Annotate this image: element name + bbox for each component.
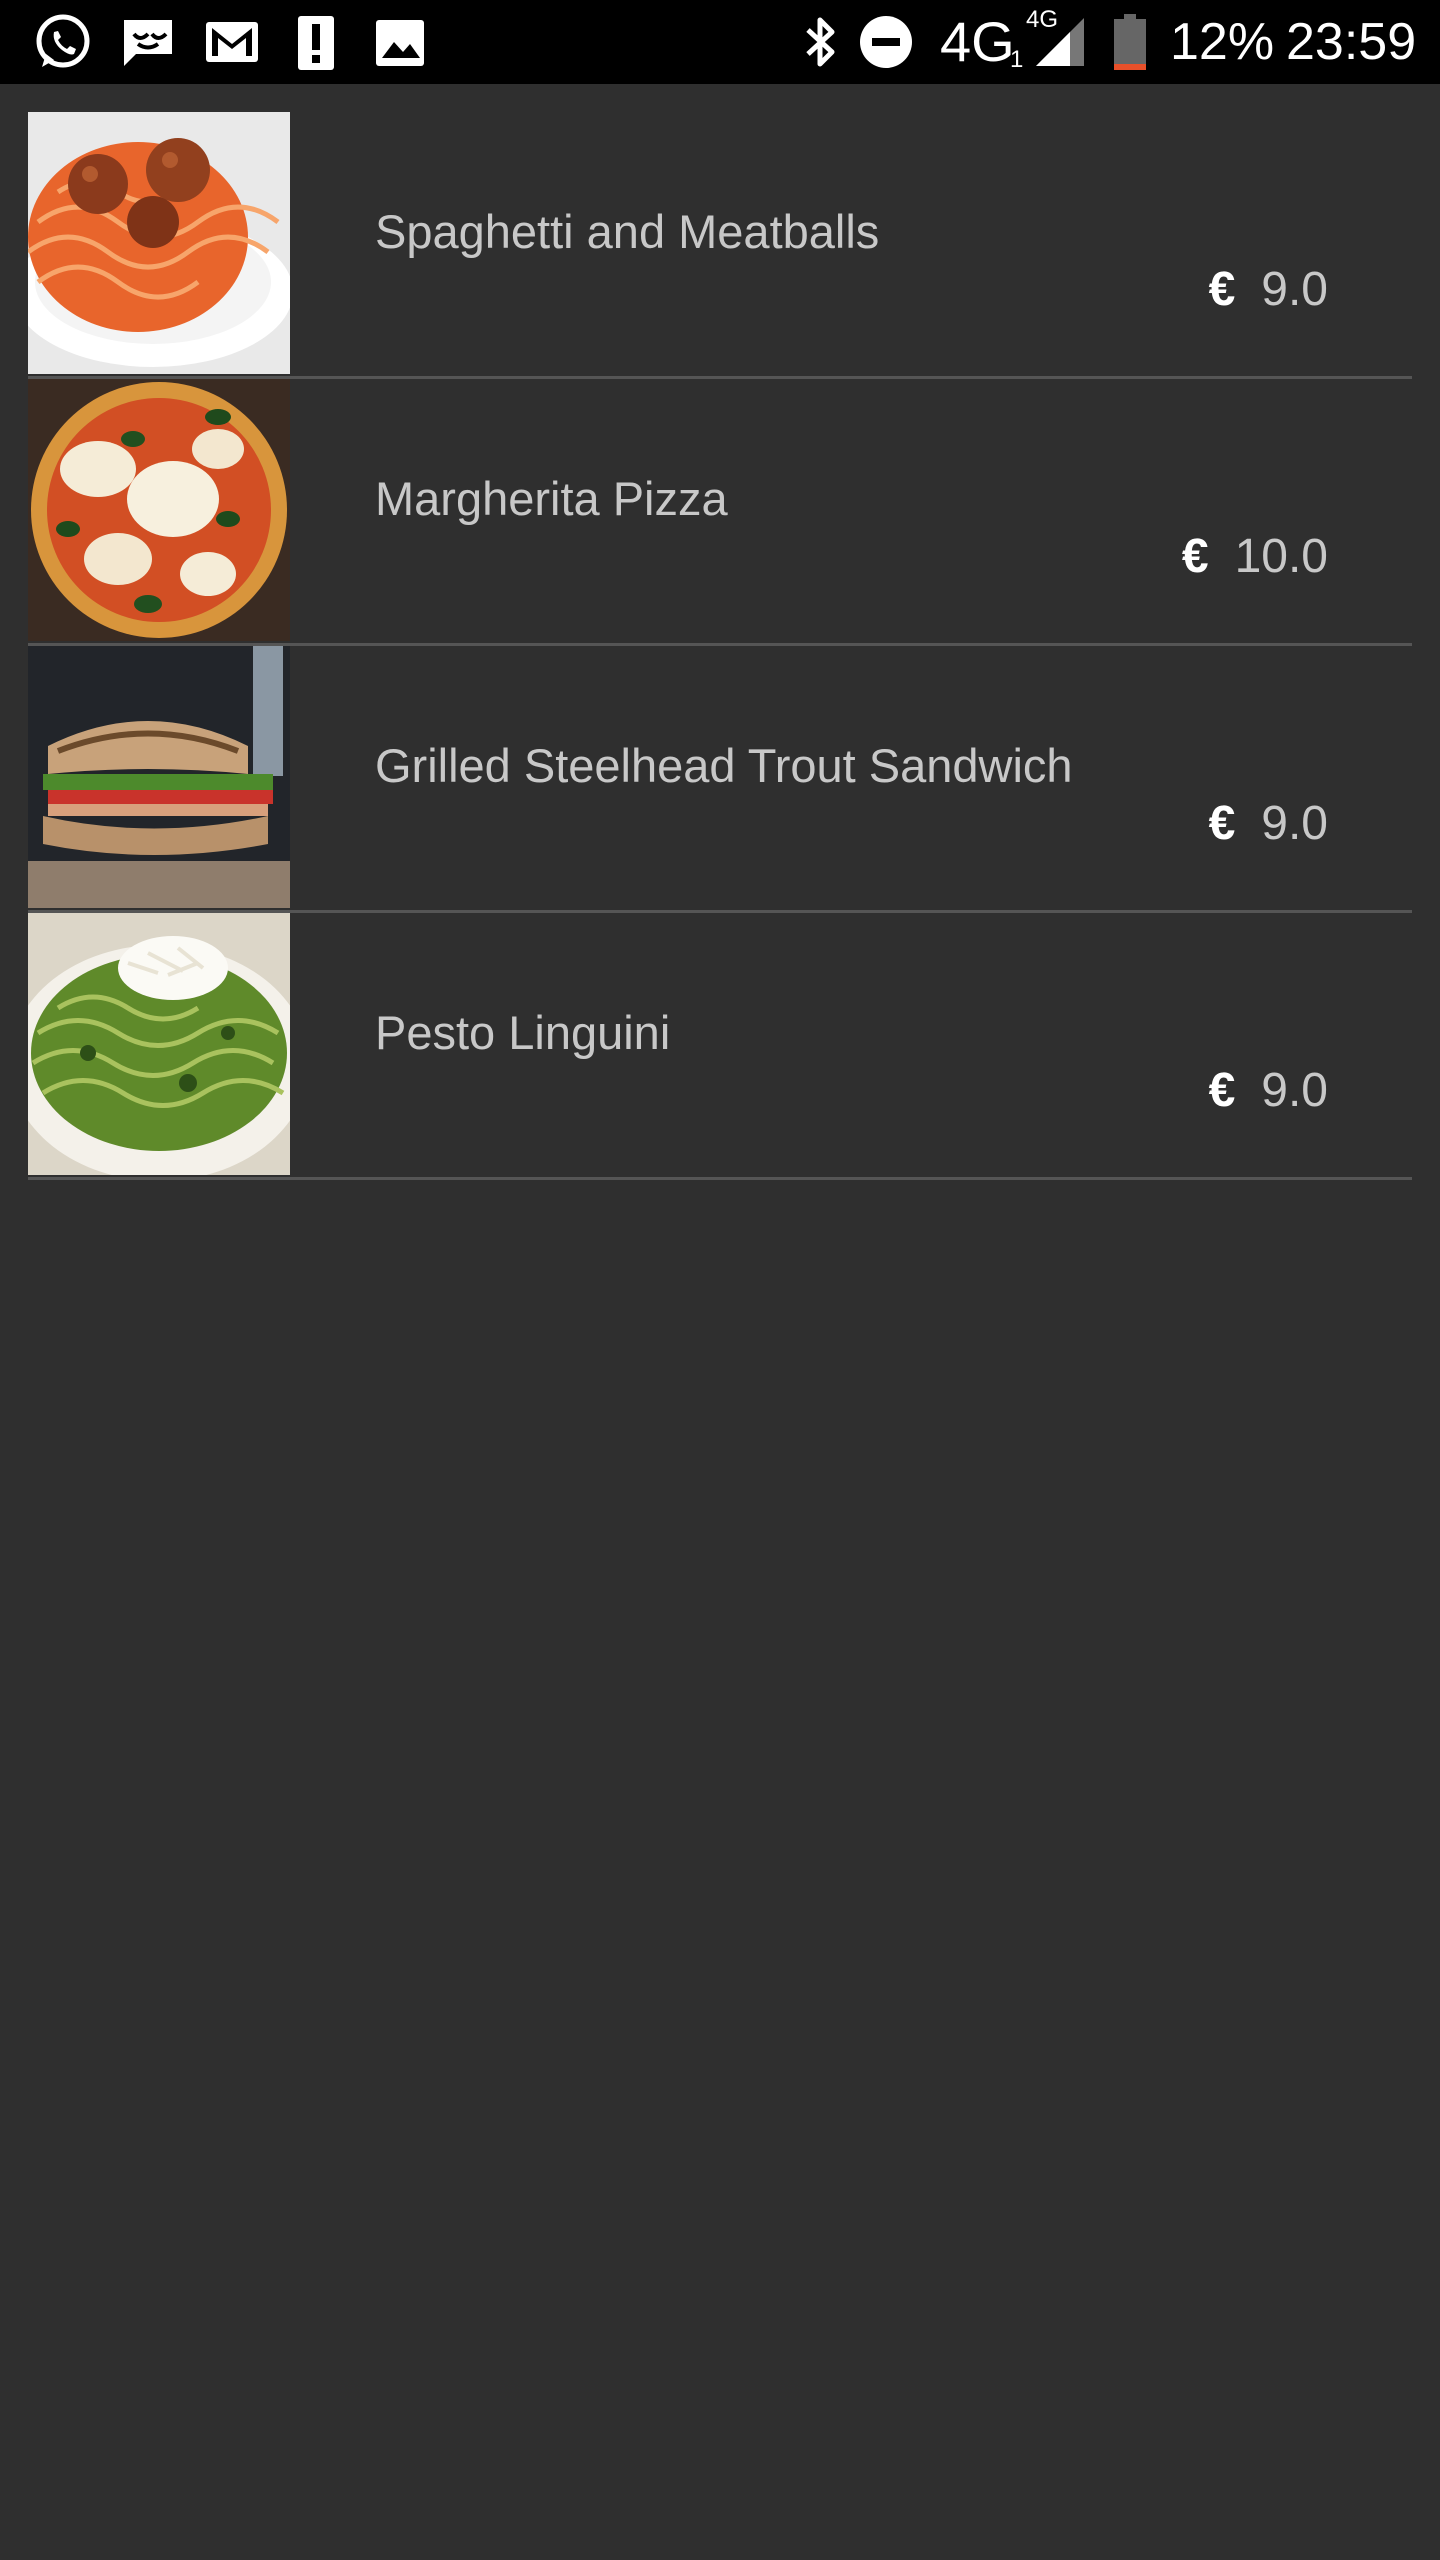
menu-item[interactable]: Spaghetti and Meatballs €9.0 — [28, 112, 1412, 379]
menu-list: Spaghetti and Meatballs €9.0 Margherita … — [28, 112, 1412, 1180]
dish-price: €9.0 — [1209, 796, 1328, 851]
price-value: 9.0 — [1261, 797, 1328, 850]
battery-icon — [1110, 12, 1150, 72]
sim-slot-label: 1 — [1010, 46, 1024, 73]
dish-price: €9.0 — [1209, 262, 1328, 317]
dish-name: Pesto Linguini — [375, 1006, 671, 1059]
network-type-label: 4G — [940, 10, 1015, 73]
bluetooth-icon — [790, 12, 850, 72]
menu-item[interactable]: Margherita Pizza €10.0 — [28, 379, 1412, 646]
menu-item[interactable]: Pesto Linguini €9.0 — [28, 913, 1412, 1180]
currency-symbol: € — [1208, 797, 1236, 850]
price-value: 10.0 — [1234, 530, 1328, 583]
pesto-linguini-photo — [28, 913, 290, 1175]
currency-symbol: € — [1208, 1064, 1236, 1117]
gmail-icon — [202, 12, 262, 72]
price-value: 9.0 — [1261, 1064, 1328, 1117]
price-value: 9.0 — [1261, 263, 1328, 316]
alert-icon — [286, 12, 346, 72]
dish-name: Spaghetti and Meatballs — [375, 205, 880, 258]
currency-symbol: € — [1208, 263, 1236, 316]
status-bar: 4G 1 4G 12% 23:59 — [0, 0, 1440, 84]
gallery-icon — [370, 12, 430, 72]
battery-percent: 12% — [1170, 13, 1275, 71]
whatsapp-icon — [32, 12, 92, 72]
trout-sandwich-photo — [28, 646, 290, 908]
dish-name: Margherita Pizza — [375, 472, 728, 525]
do-not-disturb-icon — [856, 12, 916, 72]
dish-price: €9.0 — [1209, 1063, 1328, 1118]
dish-name: Grilled Steelhead Trout Sandwich — [375, 739, 1073, 792]
menu-item[interactable]: Grilled Steelhead Trout Sandwich €9.0 — [28, 646, 1412, 913]
dish-price: €10.0 — [1182, 529, 1328, 584]
currency-symbol: € — [1181, 530, 1209, 583]
cell-signal-icon — [1030, 12, 1090, 72]
messages-icon — [118, 12, 178, 72]
margherita-pizza-photo — [28, 379, 290, 641]
clock-time: 23:59 — [1286, 13, 1417, 71]
spaghetti-meatballs-photo — [28, 112, 290, 374]
